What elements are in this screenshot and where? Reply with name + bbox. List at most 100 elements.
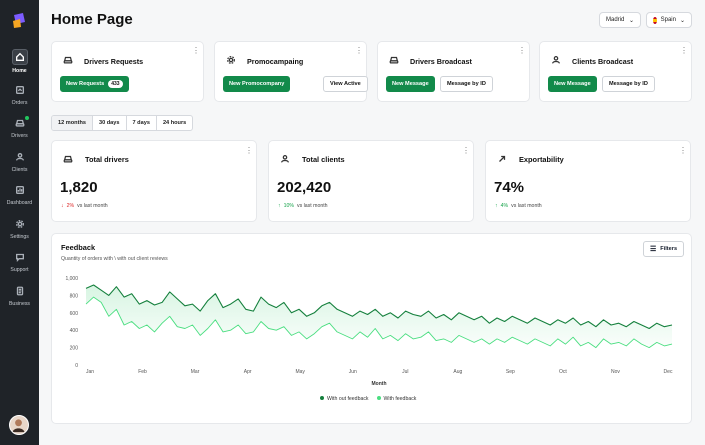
button-label: New Requests (66, 81, 105, 87)
range-tab-7-days[interactable]: 7 days (127, 116, 157, 130)
legend-label: With out feedback (327, 396, 369, 402)
button-label: New Message (392, 81, 429, 87)
button-label: Message by ID (609, 81, 648, 87)
kebab-menu-icon[interactable]: ⋮ (679, 147, 687, 155)
delta-value: 2% (66, 203, 75, 209)
card-title: Drivers Requests (84, 57, 144, 66)
legend-swatch (376, 396, 381, 400)
range-tab-30-days[interactable]: 30 days (93, 116, 127, 130)
arrow-up-icon: ↑ (495, 203, 498, 209)
sidebar-item-label: Settings (10, 233, 29, 240)
clients-broadcast-secondary-button[interactable]: Message by ID (602, 76, 655, 92)
drivers-broadcast-secondary-button[interactable]: Message by ID (440, 76, 493, 92)
x-tick-label: Feb (138, 369, 147, 375)
app: Home Orders Drivers Clients Dashboard Setting… (0, 0, 705, 445)
drivers-broadcast-primary-button[interactable]: New Message (386, 76, 435, 92)
legend-swatch (320, 396, 324, 400)
sidebar-item-business[interactable]: Business (0, 281, 39, 315)
kebab-menu-icon[interactable]: ⋮ (518, 47, 526, 55)
card-title: Drivers Broadcast (410, 57, 472, 66)
spain-flag-icon (653, 16, 657, 24)
filters-button[interactable]: ☰ Filters (643, 241, 685, 257)
car-icon (387, 53, 401, 67)
users-icon (549, 53, 563, 67)
promocampaing-card (214, 41, 367, 102)
filter-icon: ☰ (650, 246, 657, 253)
sidebar: Home Orders Drivers Clients Dashboard Setting… (0, 0, 39, 445)
x-tick-label: Dec (664, 369, 673, 375)
drivers-broadcast-card (377, 41, 530, 102)
stat-delta: ↑ 4% vs last month (495, 203, 542, 209)
x-axis-label: Month (372, 381, 387, 387)
x-tick-label: Apr (244, 369, 252, 375)
city-select-value: Madrid (606, 17, 625, 23)
y-tick-label: 200 (70, 346, 79, 352)
sidebar-item-support[interactable]: Support (0, 247, 39, 281)
car-icon (61, 152, 75, 166)
kebab-menu-icon[interactable]: ⋮ (355, 47, 363, 55)
x-tick-label: Nov (611, 369, 620, 375)
x-tick-label: Sep (506, 369, 515, 375)
range-tab-24-hours[interactable]: 24 hours (157, 116, 192, 130)
avatar[interactable] (9, 415, 29, 435)
sidebar-item-settings[interactable]: Settings (0, 214, 39, 248)
delta-note: vs last month (296, 203, 328, 209)
button-label: New Promocompany (229, 81, 285, 87)
car-icon (61, 53, 75, 67)
button-label: View Active (330, 81, 361, 87)
y-tick-label: 1,000 (65, 276, 78, 282)
city-select[interactable]: Madrid ⌄ (599, 12, 641, 28)
country-select[interactable]: Spain ⌄ (646, 12, 692, 28)
sidebar-item-label: Clients (11, 166, 28, 173)
chevron-down-icon: ⌄ (628, 17, 634, 24)
range-tab-12-months[interactable]: 12 months (52, 116, 93, 130)
gear-icon (13, 217, 27, 231)
gear-icon (224, 53, 238, 67)
home-icon (11, 49, 28, 65)
delta-note: vs last month (77, 203, 108, 209)
sidebar-item-orders[interactable]: Orders (0, 80, 39, 114)
kebab-menu-icon[interactable]: ⋮ (680, 47, 688, 55)
dashboard-icon (13, 183, 27, 197)
kebab-menu-icon[interactable]: ⋮ (245, 147, 253, 155)
stat-value: 74% (494, 179, 525, 196)
promocampaing-secondary-button[interactable]: View Active (323, 76, 368, 92)
y-tick-label: 800 (70, 293, 79, 299)
x-tick-label: May (295, 369, 305, 375)
users-icon (278, 152, 292, 166)
stat-label: Total drivers (85, 155, 129, 164)
page-title: Home Page (51, 11, 133, 28)
sidebar-item-label: Orders (11, 99, 28, 106)
button-label: Message by ID (447, 81, 486, 87)
sidebar-item-clients[interactable]: Clients (0, 147, 39, 181)
stat-delta: ↑ 10% vs last month (278, 203, 328, 209)
promocampaing-primary-button[interactable]: New Promocompany (223, 76, 291, 92)
legend-item[interactable]: With out feedback (320, 396, 369, 402)
kebab-menu-icon[interactable]: ⋮ (192, 47, 200, 55)
stat-value: 1,820 (60, 179, 98, 196)
clients-broadcast-primary-button[interactable]: New Message (548, 76, 597, 92)
series-area-fill (86, 284, 672, 348)
card-title: Clients Broadcast (572, 57, 634, 66)
legend-label: With feedback (383, 396, 417, 402)
x-tick-label: Jan (86, 369, 94, 375)
drivers-requests-primary-button[interactable]: New Requests 433 (60, 76, 129, 92)
sidebar-item-home[interactable]: Home (0, 46, 39, 80)
legend-item[interactable]: With feedback (376, 396, 417, 402)
orders-icon (13, 83, 27, 97)
sidebar-item-drivers[interactable]: Drivers (0, 113, 39, 147)
y-tick-label: 400 (70, 328, 79, 334)
x-tick-label: Mar (191, 369, 200, 375)
y-tick-label: 0 (75, 363, 78, 369)
x-tick-label: Jun (349, 369, 357, 375)
kebab-menu-icon[interactable]: ⋮ (462, 147, 470, 155)
sidebar-item-dashboard[interactable]: Dashboard (0, 180, 39, 214)
sidebar-item-label: Support (10, 267, 29, 273)
y-tick-label: 600 (70, 311, 79, 317)
sidebar-item-label: Dashboard (6, 200, 33, 206)
feedback-chart: 0 200 400 600 800 1,000 Jan Feb Mar Apr May Jun Jul A… (65, 276, 673, 387)
feedback-title: Feedback (61, 243, 96, 252)
filters-label: Filters (660, 246, 678, 252)
time-range-tabs: 12 months 30 days 7 days 24 hours (51, 115, 194, 131)
stat-label: Total clients (302, 155, 345, 164)
